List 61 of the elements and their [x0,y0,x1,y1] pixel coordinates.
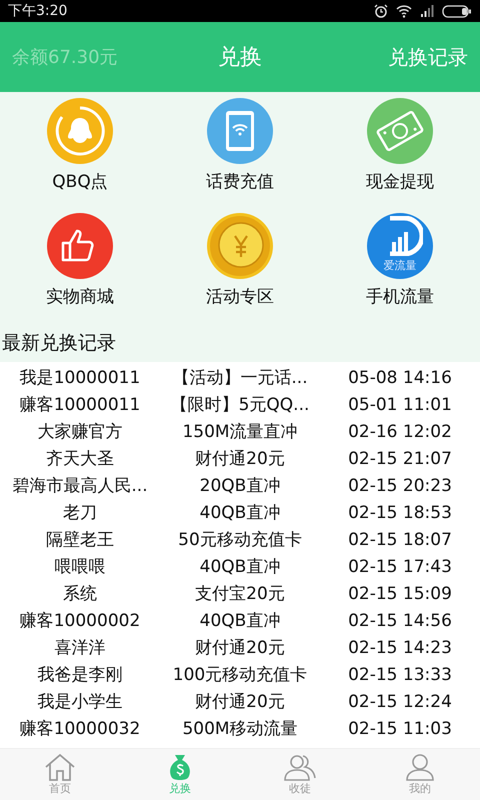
reward-item: 40QB直冲 [198,502,282,524]
reward-item: 支付宝20元 [194,583,286,605]
record-time: 02-15 14:56 [347,610,453,630]
icon-caption: 爱流量 [382,258,418,273]
category-label[interactable]: 手机流量 [366,285,434,308]
reward-item: 20QB直冲 [198,475,282,497]
category-label[interactable]: 现金提现 [366,170,434,193]
record-time: 02-15 20:23 [347,476,453,496]
signal-icon [420,5,434,17]
category-label[interactable]: QBQ点 [52,170,108,193]
battery-icon [442,4,472,18]
person-icon [403,753,437,781]
people-icon [283,753,317,781]
category-label[interactable]: 话费充值 [206,170,274,193]
user-name: 大家赚官方 [36,421,124,443]
user-name: 我是小学生 [36,691,124,713]
record-time: 02-15 15:09 [347,584,453,604]
reward-item: 500M移动流量 [181,718,299,740]
user-name: 赚客10000011 [18,394,142,416]
user-name: 系统 [62,583,98,605]
reward-item: 150M流量直冲 [181,421,299,443]
reward-item: 100元移动充值卡 [172,664,308,686]
record-time: 02-15 14:23 [347,638,453,658]
record-time: 02-15 13:33 [347,664,453,684]
user-name: 我是10000011 [18,367,142,389]
record-time: 02-15 12:24 [347,692,453,712]
reward-item: 财付通20元 [194,691,286,713]
alarm-icon [374,4,388,18]
user-name: 我爸是李刚 [36,664,124,686]
record-time: 05-08 14:16 [347,368,453,388]
record-time: 02-15 18:53 [347,502,453,522]
record-time: 02-15 17:43 [347,556,453,576]
user-name: 老刀 [62,502,98,524]
record-time: 05-01 11:01 [347,394,453,414]
record-time: 02-15 11:03 [347,718,453,738]
category-label[interactable]: 实物商城 [46,285,114,308]
reward-item: 40QB直冲 [198,610,282,632]
status-time: 下午3:20 [8,2,68,20]
reward-item: 财付通20元 [194,448,286,470]
section-title: 最新兑换记录 [0,328,480,362]
user-name: 碧海市最高人民... [11,475,149,497]
record-time: 02-15 18:07 [347,530,453,550]
coin-icon [207,213,273,279]
category-label[interactable]: 活动专区 [206,285,274,308]
reward-item: 50元移动充值卡 [177,529,303,551]
user-name: 赚客10000002 [18,610,142,632]
balance-text: 余额67.30元 [12,46,119,69]
reward-item: 【限时】5元QQ... [170,394,310,416]
user-name: 隔壁老王 [45,529,115,551]
user-name: 喜洋洋 [54,637,106,659]
home-icon [43,753,77,781]
user-name: 喂喂喂 [54,556,106,578]
page-title: 兑换 [218,44,262,72]
reward-item: 【活动】一元话... [171,367,309,389]
record-time: 02-15 21:07 [347,448,453,468]
record-time: 02-16 12:02 [347,422,453,442]
reward-item: 40QB直冲 [198,556,282,578]
user-name: 赚客10000032 [18,718,142,740]
reward-item: 财付通20元 [194,637,286,659]
user-name: 齐天大圣 [45,448,115,470]
wifi-icon [396,4,412,18]
